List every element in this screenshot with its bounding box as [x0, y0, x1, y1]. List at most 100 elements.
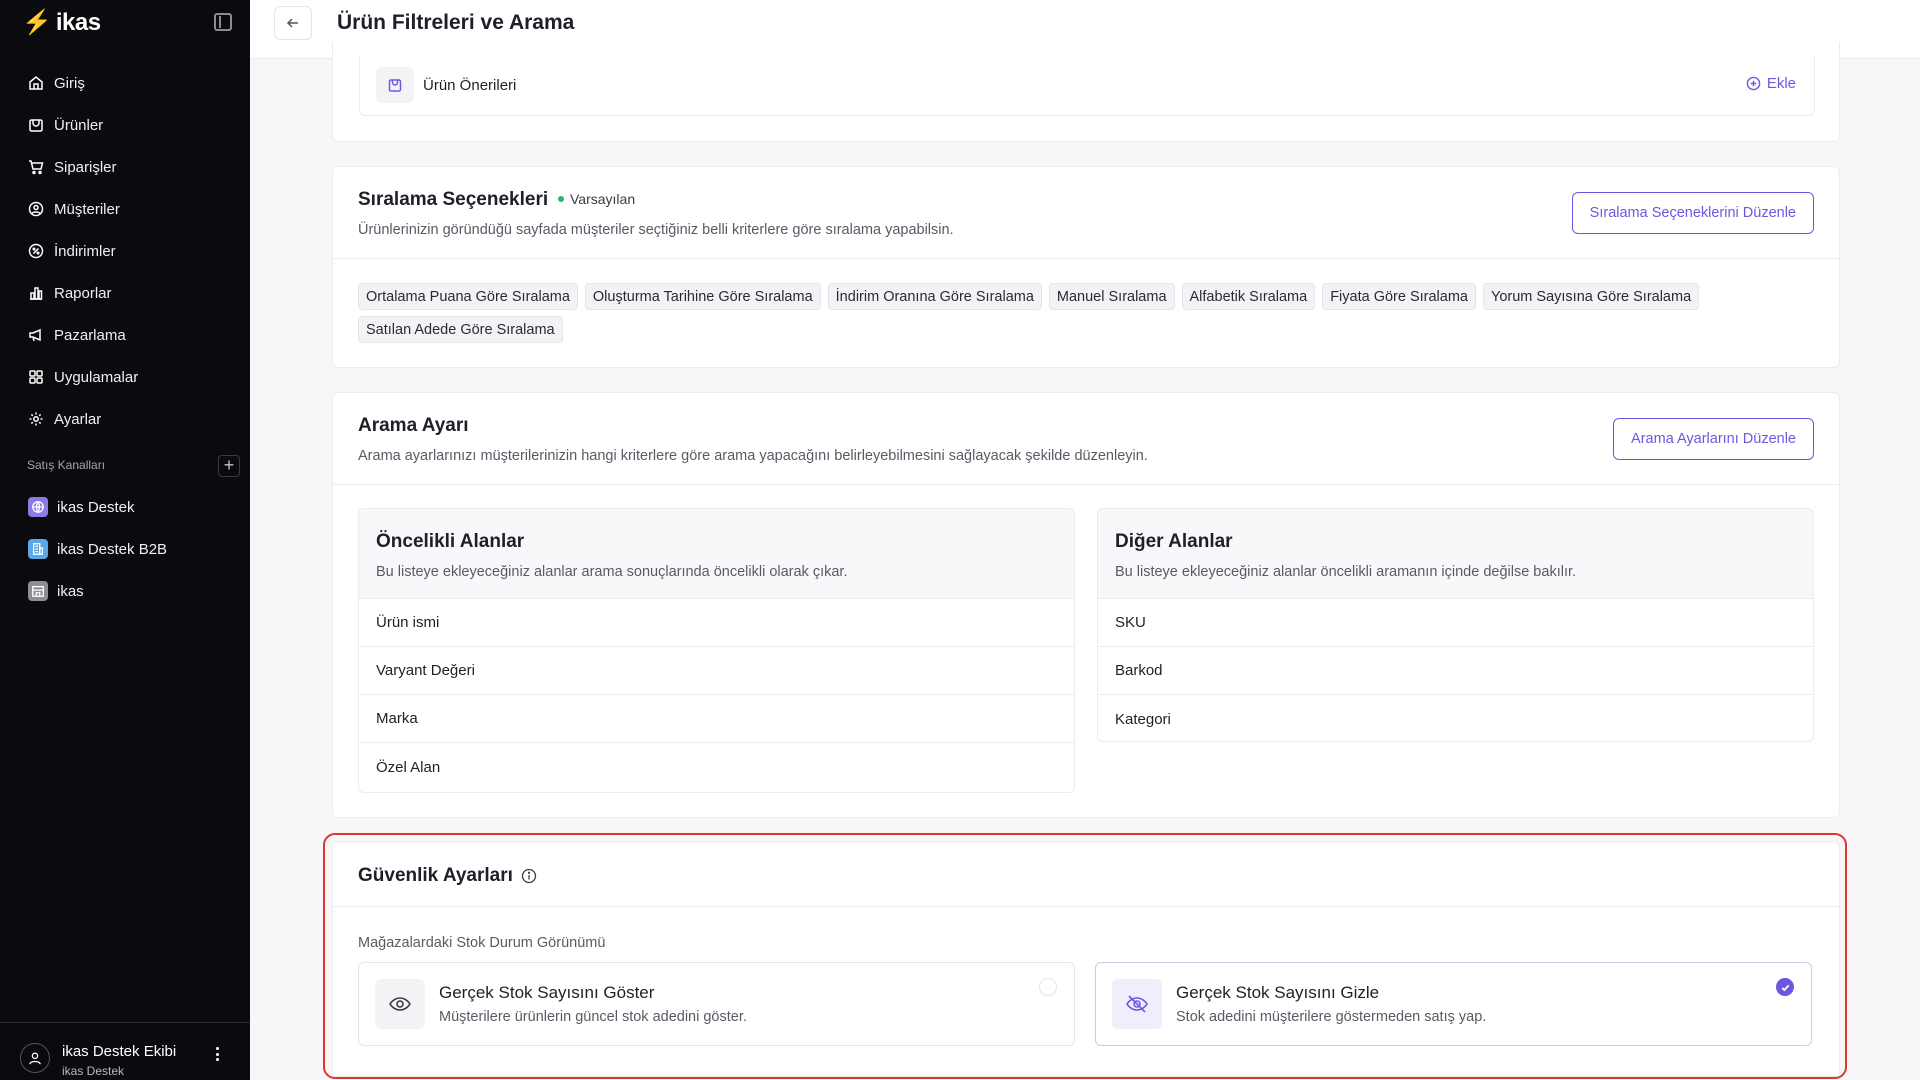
product-suggestions-card: Ürün Önerileri Ekle [332, 42, 1840, 142]
other-fields-title: Diğer Alanlar [1115, 531, 1233, 552]
sidebar-item-label: İndirimler [54, 242, 116, 260]
sidebar-item-musteriler[interactable]: Müşteriler [14, 188, 236, 230]
sorting-chip: Yorum Sayısına Göre Sıralama [1483, 283, 1700, 310]
channel-label: ikas [57, 582, 84, 600]
sidebar: ⚡ ikas Giriş Ürünler Siparişler Müşteril… [0, 0, 250, 1080]
eye-icon [375, 979, 425, 1029]
sorting-chip: Ortalama Puana Göre Sıralama [358, 283, 578, 310]
grid-icon [28, 369, 44, 385]
box-icon [28, 117, 44, 133]
radio-button-checked[interactable] [1776, 978, 1794, 996]
add-label: Ekle [1766, 75, 1796, 92]
sidebar-item-label: Ayarlar [54, 410, 102, 428]
security-title-text: Güvenlik Ayarları [358, 865, 513, 886]
option-description: Stok adedini müşterilere göstermeden sat… [1176, 1009, 1487, 1025]
sorting-chip: Fiyata Göre Sıralama [1322, 283, 1476, 310]
list-item: Ürün ismi [359, 599, 1074, 647]
percent-icon [28, 243, 44, 259]
channel-ikas-destek-b2b[interactable]: ikas Destek B2B [14, 528, 236, 570]
sorting-chip: Manuel Sıralama [1048, 283, 1175, 310]
plus-circle-icon [1746, 76, 1761, 91]
other-fields-description: Bu listeye ekleyeceğiniz alanlar öncelik… [1115, 564, 1577, 580]
sidebar-item-label: Raporlar [54, 284, 112, 302]
list-item: Marka [359, 695, 1074, 743]
more-vertical-icon[interactable] [212, 1045, 222, 1063]
user-footer[interactable]: ikas Destek Ekibi ikas Destek [0, 1022, 250, 1080]
sorting-chip: Satılan Adede Göre Sıralama [358, 316, 563, 343]
back-button[interactable] [274, 6, 312, 40]
sidebar-item-label: Uygulamalar [54, 368, 139, 386]
sidebar-item-uygulamalar[interactable]: Uygulamalar [14, 356, 236, 398]
channel-label: ikas Destek [57, 498, 135, 516]
status-dot-icon [558, 196, 564, 202]
cart-icon [28, 159, 44, 175]
user-circle-icon [28, 201, 44, 217]
search-header: Arama Ayarı Arama ayarlarınızı müşterile… [333, 393, 1839, 485]
building-icon [28, 539, 48, 559]
suggestion-row: Ürün Önerileri Ekle [359, 57, 1815, 116]
eye-off-icon [1112, 979, 1162, 1029]
priority-fields-header: Öncelikli Alanlar Bu listeye ekleyeceğin… [359, 509, 1074, 599]
edit-sorting-button[interactable]: Sıralama Seçeneklerini Düzenle [1571, 192, 1814, 234]
edit-search-button[interactable]: Arama Ayarlarını Düzenle [1613, 418, 1814, 460]
sidebar-item-siparisler[interactable]: Siparişler [14, 146, 236, 188]
channel-label: ikas Destek B2B [57, 540, 168, 558]
search-settings-card: Arama Ayarı Arama ayarlarınızı müşterile… [332, 392, 1840, 818]
add-suggestion-button[interactable]: Ekle [1746, 75, 1796, 92]
ikas-logo[interactable]: ⚡ ikas [22, 8, 101, 38]
store-icon [28, 581, 48, 601]
security-title: Güvenlik Ayarları [358, 865, 537, 887]
sidebar-item-ayarlar[interactable]: Ayarlar [14, 398, 236, 440]
main-nav: Giriş Ürünler Siparişler Müşteriler İndi… [14, 62, 236, 440]
gear-icon [28, 411, 44, 427]
sidebar-item-indirimler[interactable]: İndirimler [14, 230, 236, 272]
megaphone-icon [28, 327, 44, 343]
avatar [20, 1043, 50, 1073]
sidebar-collapse-icon[interactable] [214, 13, 232, 31]
show-stock-option[interactable]: Gerçek Stok Sayısını Göster Müşterilere … [358, 962, 1075, 1046]
bolt-icon: ⚡ [22, 9, 52, 36]
security-header: Güvenlik Ayarları [333, 842, 1839, 907]
sidebar-item-raporlar[interactable]: Raporlar [14, 272, 236, 314]
channel-ikas[interactable]: ikas [14, 570, 236, 612]
stock-view-label: Mağazalardaki Stok Durum Görünümü [358, 935, 606, 951]
channel-list: ikas Destek ikas Destek B2B ikas [14, 486, 236, 612]
status-badge: Varsayılan [558, 191, 635, 207]
list-item: Varyant Değeri [359, 647, 1074, 695]
list-item: SKU [1098, 599, 1813, 647]
user-name: ikas Destek Ekibi [62, 1043, 177, 1060]
home-icon [28, 75, 44, 91]
list-item: Özel Alan [376, 758, 441, 776]
other-fields-box: Diğer Alanlar Bu listeye ekleyeceğiniz a… [1097, 508, 1814, 742]
sidebar-item-giris[interactable]: Giriş [14, 62, 236, 104]
search-title: Arama Ayarı [358, 415, 469, 436]
info-icon[interactable] [521, 868, 537, 884]
sidebar-item-urunler[interactable]: Ürünler [14, 104, 236, 146]
logo-text: ikas [55, 9, 101, 36]
sidebar-item-pazarlama[interactable]: Pazarlama [14, 314, 236, 356]
hide-stock-option[interactable]: Gerçek Stok Sayısını Gizle Stok adedini … [1095, 962, 1812, 1046]
other-fields-header: Diğer Alanlar Bu listeye ekleyeceğiniz a… [1098, 509, 1813, 599]
channel-ikas-destek[interactable]: ikas Destek [14, 486, 236, 528]
sorting-header: Sıralama Seçenekleri Varsayılan Ürünleri… [333, 167, 1839, 259]
sorting-chip-list: Ortalama Puana Göre Sıralama Oluşturma T… [358, 283, 1788, 343]
sidebar-item-label: Giriş [54, 74, 85, 92]
option-description: Müşterilere ürünlerin güncel stok adedin… [439, 1009, 747, 1025]
sidebar-item-label: Pazarlama [54, 326, 126, 344]
shopping-bag-icon [376, 67, 414, 103]
sorting-options-card: Sıralama Seçenekleri Varsayılan Ürünleri… [332, 166, 1840, 368]
badge-label: Varsayılan [570, 191, 636, 207]
sorting-chip: Alfabetik Sıralama [1181, 283, 1316, 310]
search-description: Arama ayarlarınızı müşterilerinizin hang… [358, 448, 1148, 464]
sidebar-item-label: Müşteriler [54, 200, 120, 218]
check-icon [1781, 984, 1789, 991]
radio-button[interactable] [1039, 978, 1057, 996]
suggestion-label: Ürün Önerileri [423, 77, 517, 94]
arrow-left-icon [286, 18, 298, 28]
sorting-title: Sıralama Seçenekleri [358, 189, 549, 210]
sorting-description: Ürünlerinizin göründüğü sayfada müşteril… [358, 222, 954, 238]
sidebar-item-label: Siparişler [54, 158, 117, 176]
add-channel-button[interactable]: + [218, 455, 240, 477]
option-title: Gerçek Stok Sayısını Gizle [1176, 983, 1380, 1002]
priority-fields-title: Öncelikli Alanlar [376, 531, 525, 552]
